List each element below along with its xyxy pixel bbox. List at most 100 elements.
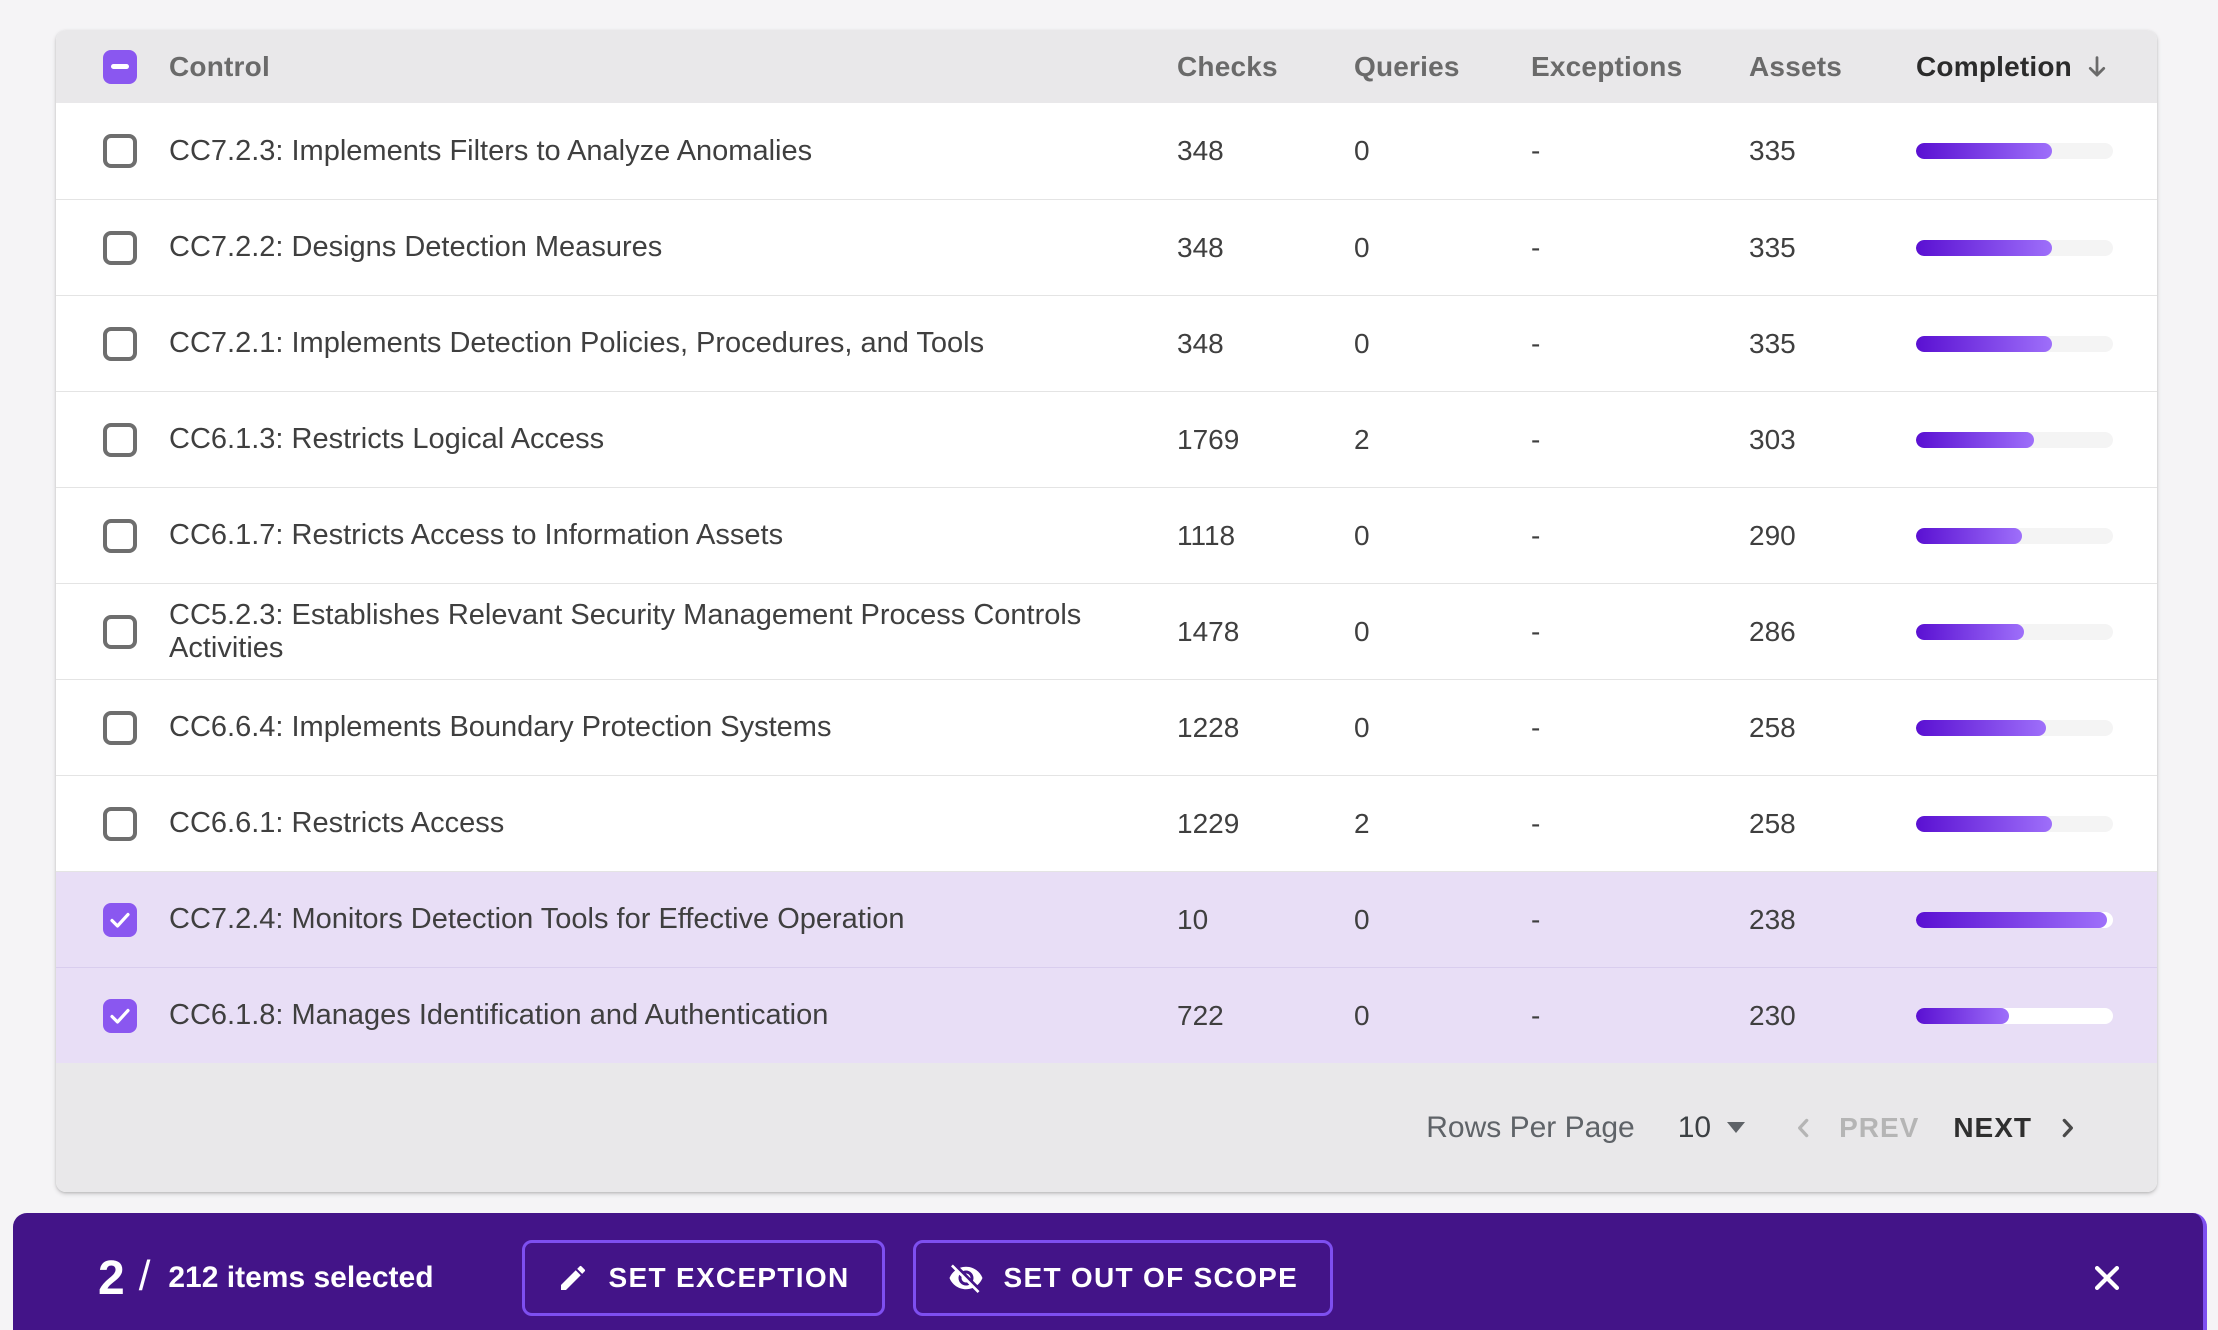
table-row[interactable]: CC5.2.3: Establishes Relevant Security M…	[56, 583, 2157, 679]
exceptions-value: -	[1531, 904, 1749, 936]
completion-bar-track	[1916, 912, 2113, 928]
assets-value: 238	[1749, 904, 1916, 936]
row-checkbox[interactable]	[103, 615, 137, 649]
table-row[interactable]: CC6.1.8: Manages Identification and Auth…	[56, 967, 2157, 1063]
control-label: CC6.6.1: Restricts Access	[169, 807, 1177, 840]
exceptions-value: -	[1531, 520, 1749, 552]
row-checkbox[interactable]	[103, 327, 137, 361]
rows-per-page-select[interactable]: 10	[1678, 1111, 1745, 1145]
set-out-of-scope-button[interactable]: SET OUT OF SCOPE	[913, 1240, 1334, 1316]
set-exception-label: SET EXCEPTION	[609, 1262, 850, 1294]
sort-desc-arrow-icon	[2082, 52, 2112, 82]
assets-value: 290	[1749, 520, 1916, 552]
assets-value: 258	[1749, 808, 1916, 840]
row-checkbox[interactable]	[103, 134, 137, 168]
column-header-queries[interactable]: Queries	[1354, 51, 1531, 83]
exceptions-value: -	[1531, 328, 1749, 360]
row-checkbox[interactable]	[103, 423, 137, 457]
prev-label: PREV	[1839, 1112, 1919, 1144]
close-icon	[2090, 1261, 2124, 1295]
table-row[interactable]: CC6.6.1: Restricts Access 1229 2 - 258	[56, 775, 2157, 871]
completion-bar-fill	[1916, 720, 2046, 736]
column-header-assets[interactable]: Assets	[1749, 51, 1916, 83]
completion-bar-fill	[1916, 240, 2052, 256]
table-row[interactable]: CC6.6.4: Implements Boundary Protection …	[56, 679, 2157, 775]
queries-value: 0	[1354, 712, 1531, 744]
control-label: CC6.6.4: Implements Boundary Protection …	[169, 711, 1177, 744]
next-label: NEXT	[1953, 1112, 2032, 1144]
table-header-row: Control Checks Queries Exceptions Assets…	[56, 30, 2157, 103]
control-label: CC6.1.3: Restricts Logical Access	[169, 423, 1177, 456]
assets-value: 286	[1749, 616, 1916, 648]
queries-value: 0	[1354, 520, 1531, 552]
control-label: CC6.1.7: Restricts Access to Information…	[169, 519, 1177, 552]
row-checkbox[interactable]	[103, 999, 137, 1033]
completion-bar-fill	[1916, 336, 2052, 352]
controls-table-card: Control Checks Queries Exceptions Assets…	[56, 30, 2157, 1192]
completion-bar-track	[1916, 1008, 2113, 1024]
next-page-button[interactable]: NEXT	[1953, 1112, 2080, 1144]
table-row[interactable]: CC7.2.3: Implements Filters to Analyze A…	[56, 103, 2157, 199]
assets-value: 335	[1749, 135, 1916, 167]
column-header-exceptions[interactable]: Exceptions	[1531, 51, 1749, 83]
exceptions-value: -	[1531, 712, 1749, 744]
selected-count-number: 2	[98, 1251, 125, 1306]
select-all-checkbox[interactable]	[103, 50, 137, 84]
row-checkbox[interactable]	[103, 231, 137, 265]
table-body: CC7.2.3: Implements Filters to Analyze A…	[56, 103, 2157, 1063]
rows-per-page-label: Rows Per Page	[1426, 1111, 1634, 1145]
row-checkbox[interactable]	[103, 807, 137, 841]
completion-bar-track	[1916, 336, 2113, 352]
indeterminate-minus-icon	[111, 64, 129, 69]
completion-bar-track	[1916, 720, 2113, 736]
eye-off-icon	[948, 1260, 984, 1296]
control-label: CC7.2.4: Monitors Detection Tools for Ef…	[169, 903, 1177, 936]
close-selection-bar-button[interactable]	[2083, 1254, 2131, 1302]
prev-page-button[interactable]: PREV	[1791, 1112, 1919, 1144]
selection-count: 2 / 212 items selected	[98, 1251, 434, 1306]
table-row[interactable]: CC7.2.2: Designs Detection Measures 348 …	[56, 199, 2157, 295]
column-header-checks[interactable]: Checks	[1177, 51, 1354, 83]
row-checkbox[interactable]	[103, 903, 137, 937]
assets-value: 303	[1749, 424, 1916, 456]
chevron-right-icon	[2054, 1115, 2080, 1141]
checks-value: 348	[1177, 135, 1354, 167]
queries-value: 0	[1354, 328, 1531, 360]
queries-value: 0	[1354, 904, 1531, 936]
check-icon	[108, 1004, 132, 1028]
table-row[interactable]: CC6.1.7: Restricts Access to Information…	[56, 487, 2157, 583]
exceptions-value: -	[1531, 808, 1749, 840]
queries-value: 0	[1354, 232, 1531, 264]
check-icon	[108, 908, 132, 932]
exceptions-value: -	[1531, 1000, 1749, 1032]
checks-value: 1118	[1177, 520, 1354, 552]
completion-bar-fill	[1916, 912, 2107, 928]
control-label: CC7.2.2: Designs Detection Measures	[169, 231, 1177, 264]
queries-value: 2	[1354, 424, 1531, 456]
exceptions-value: -	[1531, 616, 1749, 648]
completion-bar-fill	[1916, 528, 2022, 544]
completion-header-label: Completion	[1916, 51, 2072, 83]
completion-bar-fill	[1916, 624, 2024, 640]
queries-value: 2	[1354, 808, 1531, 840]
row-checkbox[interactable]	[103, 711, 137, 745]
completion-bar-track	[1916, 432, 2113, 448]
column-header-control: Control	[169, 51, 1177, 83]
completion-bar-fill	[1916, 1008, 2009, 1024]
completion-bar-track	[1916, 143, 2113, 159]
set-exception-button[interactable]: SET EXCEPTION	[522, 1240, 885, 1316]
row-checkbox[interactable]	[103, 519, 137, 553]
table-row[interactable]: CC6.1.3: Restricts Logical Access 1769 2…	[56, 391, 2157, 487]
completion-bar-track	[1916, 528, 2113, 544]
table-row[interactable]: CC7.2.4: Monitors Detection Tools for Ef…	[56, 871, 2157, 967]
rows-per-page-value: 10	[1678, 1111, 1711, 1145]
assets-value: 230	[1749, 1000, 1916, 1032]
queries-value: 0	[1354, 1000, 1531, 1032]
column-header-completion[interactable]: Completion	[1916, 51, 2157, 83]
control-label: CC5.2.3: Establishes Relevant Security M…	[169, 599, 1177, 665]
completion-bar-fill	[1916, 816, 2052, 832]
selection-action-bar: 2 / 212 items selected SET EXCEPTION SET…	[13, 1213, 2207, 1330]
count-separator: /	[139, 1252, 151, 1300]
table-row[interactable]: CC7.2.1: Implements Detection Policies, …	[56, 295, 2157, 391]
completion-bar-fill	[1916, 432, 2034, 448]
